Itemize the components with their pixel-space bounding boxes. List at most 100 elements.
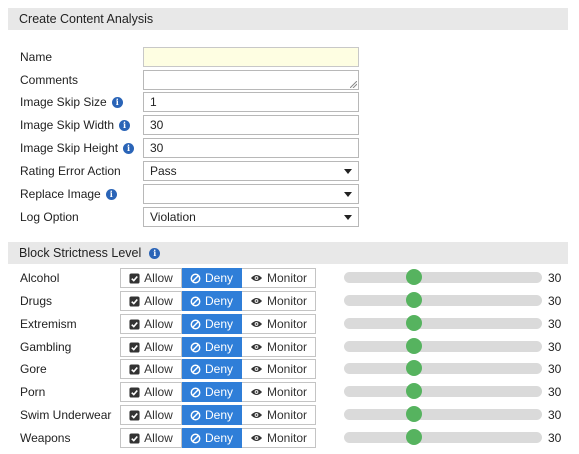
strictness-slider[interactable]	[344, 292, 542, 308]
strictness-slider[interactable]	[344, 269, 542, 285]
deny-button[interactable]: Deny	[182, 359, 242, 379]
monitor-label: Monitor	[266, 294, 307, 308]
allow-button[interactable]: Allow	[120, 268, 182, 288]
slider-value: 30	[548, 294, 562, 308]
deny-button[interactable]: Deny	[182, 291, 242, 311]
monitor-label: Monitor	[266, 385, 307, 399]
comments-textarea[interactable]	[143, 70, 359, 90]
eye-icon	[250, 387, 263, 397]
info-icon[interactable]: i	[149, 247, 161, 259]
rating-error-action-select[interactable]: Pass	[143, 161, 359, 181]
slider-handle[interactable]	[406, 269, 422, 285]
strictness-row: Gore Allow Deny Monitor	[20, 359, 316, 379]
deny-label: Deny	[204, 408, 233, 422]
info-icon[interactable]: i	[111, 96, 123, 108]
info-icon[interactable]: i	[123, 142, 135, 154]
check-square-icon	[129, 409, 140, 421]
eye-icon	[250, 342, 263, 352]
image-skip-size-label: Image Skip Size	[20, 95, 107, 109]
ban-icon	[190, 296, 201, 307]
action-button-group: Allow Deny Monitor	[120, 382, 316, 402]
category-label: Gore	[20, 362, 47, 376]
slider-handle[interactable]	[406, 360, 422, 376]
action-button-group: Allow Deny Monitor	[120, 291, 316, 311]
strictness-slider[interactable]	[344, 360, 542, 376]
ban-icon	[190, 433, 201, 444]
strictness-slider[interactable]	[344, 429, 542, 445]
slider-handle[interactable]	[406, 315, 422, 331]
create-content-analysis-header: Create Content Analysis	[8, 8, 568, 30]
allow-button[interactable]: Allow	[120, 314, 182, 334]
monitor-label: Monitor	[266, 362, 307, 376]
category-label: Extremism	[20, 317, 77, 331]
deny-button[interactable]: Deny	[182, 405, 242, 425]
slider-value: 30	[548, 385, 562, 399]
strictness-slider[interactable]	[344, 406, 542, 422]
check-square-icon	[129, 272, 140, 284]
monitor-button[interactable]: Monitor	[242, 268, 316, 288]
chevron-down-icon	[344, 214, 352, 220]
strictness-row: Swim Underwear Allow Deny Monitor	[20, 405, 316, 425]
monitor-button[interactable]: Monitor	[242, 382, 316, 402]
deny-button[interactable]: Deny	[182, 337, 242, 357]
allow-button[interactable]: Allow	[120, 405, 182, 425]
image-skip-height-input[interactable]	[143, 138, 359, 158]
allow-label: Allow	[144, 271, 173, 285]
rating-error-action-label: Rating Error Action	[20, 164, 121, 178]
comments-label: Comments	[20, 73, 79, 87]
resize-grip-icon[interactable]	[350, 81, 357, 88]
strictness-slider[interactable]	[344, 315, 542, 331]
deny-button[interactable]: Deny	[182, 382, 242, 402]
ban-icon	[190, 342, 201, 353]
deny-button[interactable]: Deny	[182, 268, 242, 288]
allow-label: Allow	[144, 317, 173, 331]
deny-label: Deny	[204, 271, 233, 285]
action-button-group: Allow Deny Monitor	[120, 405, 316, 425]
image-skip-width-row: Image Skip Width i	[20, 115, 359, 135]
strictness-row: Gambling Allow Deny Monitor	[20, 337, 316, 357]
category-label: Porn	[20, 385, 46, 399]
ban-icon	[190, 410, 201, 421]
allow-button[interactable]: Allow	[120, 291, 182, 311]
allow-button[interactable]: Allow	[120, 359, 182, 379]
slider-handle[interactable]	[406, 406, 422, 422]
slider-handle[interactable]	[406, 429, 422, 445]
image-skip-size-input[interactable]	[143, 92, 359, 112]
slider-value: 30	[548, 340, 562, 354]
log-option-label: Log Option	[20, 210, 79, 224]
monitor-button[interactable]: Monitor	[242, 291, 316, 311]
slider-value: 30	[548, 362, 562, 376]
slider-handle[interactable]	[406, 292, 422, 308]
allow-button[interactable]: Allow	[120, 428, 182, 448]
eye-icon	[250, 319, 263, 329]
deny-label: Deny	[204, 317, 233, 331]
action-button-group: Allow Deny Monitor	[120, 337, 316, 357]
form-title: Create Content Analysis	[19, 12, 154, 26]
monitor-button[interactable]: Monitor	[242, 314, 316, 334]
ban-icon	[190, 273, 201, 284]
allow-button[interactable]: Allow	[120, 382, 182, 402]
slider-handle[interactable]	[406, 383, 422, 399]
strictness-slider[interactable]	[344, 338, 542, 354]
allow-button[interactable]: Allow	[120, 337, 182, 357]
monitor-button[interactable]: Monitor	[242, 405, 316, 425]
image-skip-height-label: Image Skip Height	[20, 141, 119, 155]
info-icon[interactable]: i	[119, 119, 131, 131]
info-icon[interactable]: i	[105, 188, 117, 200]
monitor-button[interactable]: Monitor	[242, 337, 316, 357]
deny-button[interactable]: Deny	[182, 428, 242, 448]
slider-handle[interactable]	[406, 338, 422, 354]
image-skip-width-input[interactable]	[143, 115, 359, 135]
deny-label: Deny	[204, 385, 233, 399]
rating-error-action-row: Rating Error Action Pass	[20, 161, 359, 181]
eye-icon	[250, 364, 263, 374]
monitor-button[interactable]: Monitor	[242, 359, 316, 379]
strictness-slider[interactable]	[344, 383, 542, 399]
replace-image-select[interactable]	[143, 184, 359, 204]
name-input[interactable]	[143, 47, 359, 67]
deny-button[interactable]: Deny	[182, 314, 242, 334]
strictness-row: Alcohol Allow Deny Monitor	[20, 268, 316, 288]
image-skip-size-row: Image Skip Size i	[20, 92, 359, 112]
log-option-select[interactable]: Violation	[143, 207, 359, 227]
monitor-button[interactable]: Monitor	[242, 428, 316, 448]
